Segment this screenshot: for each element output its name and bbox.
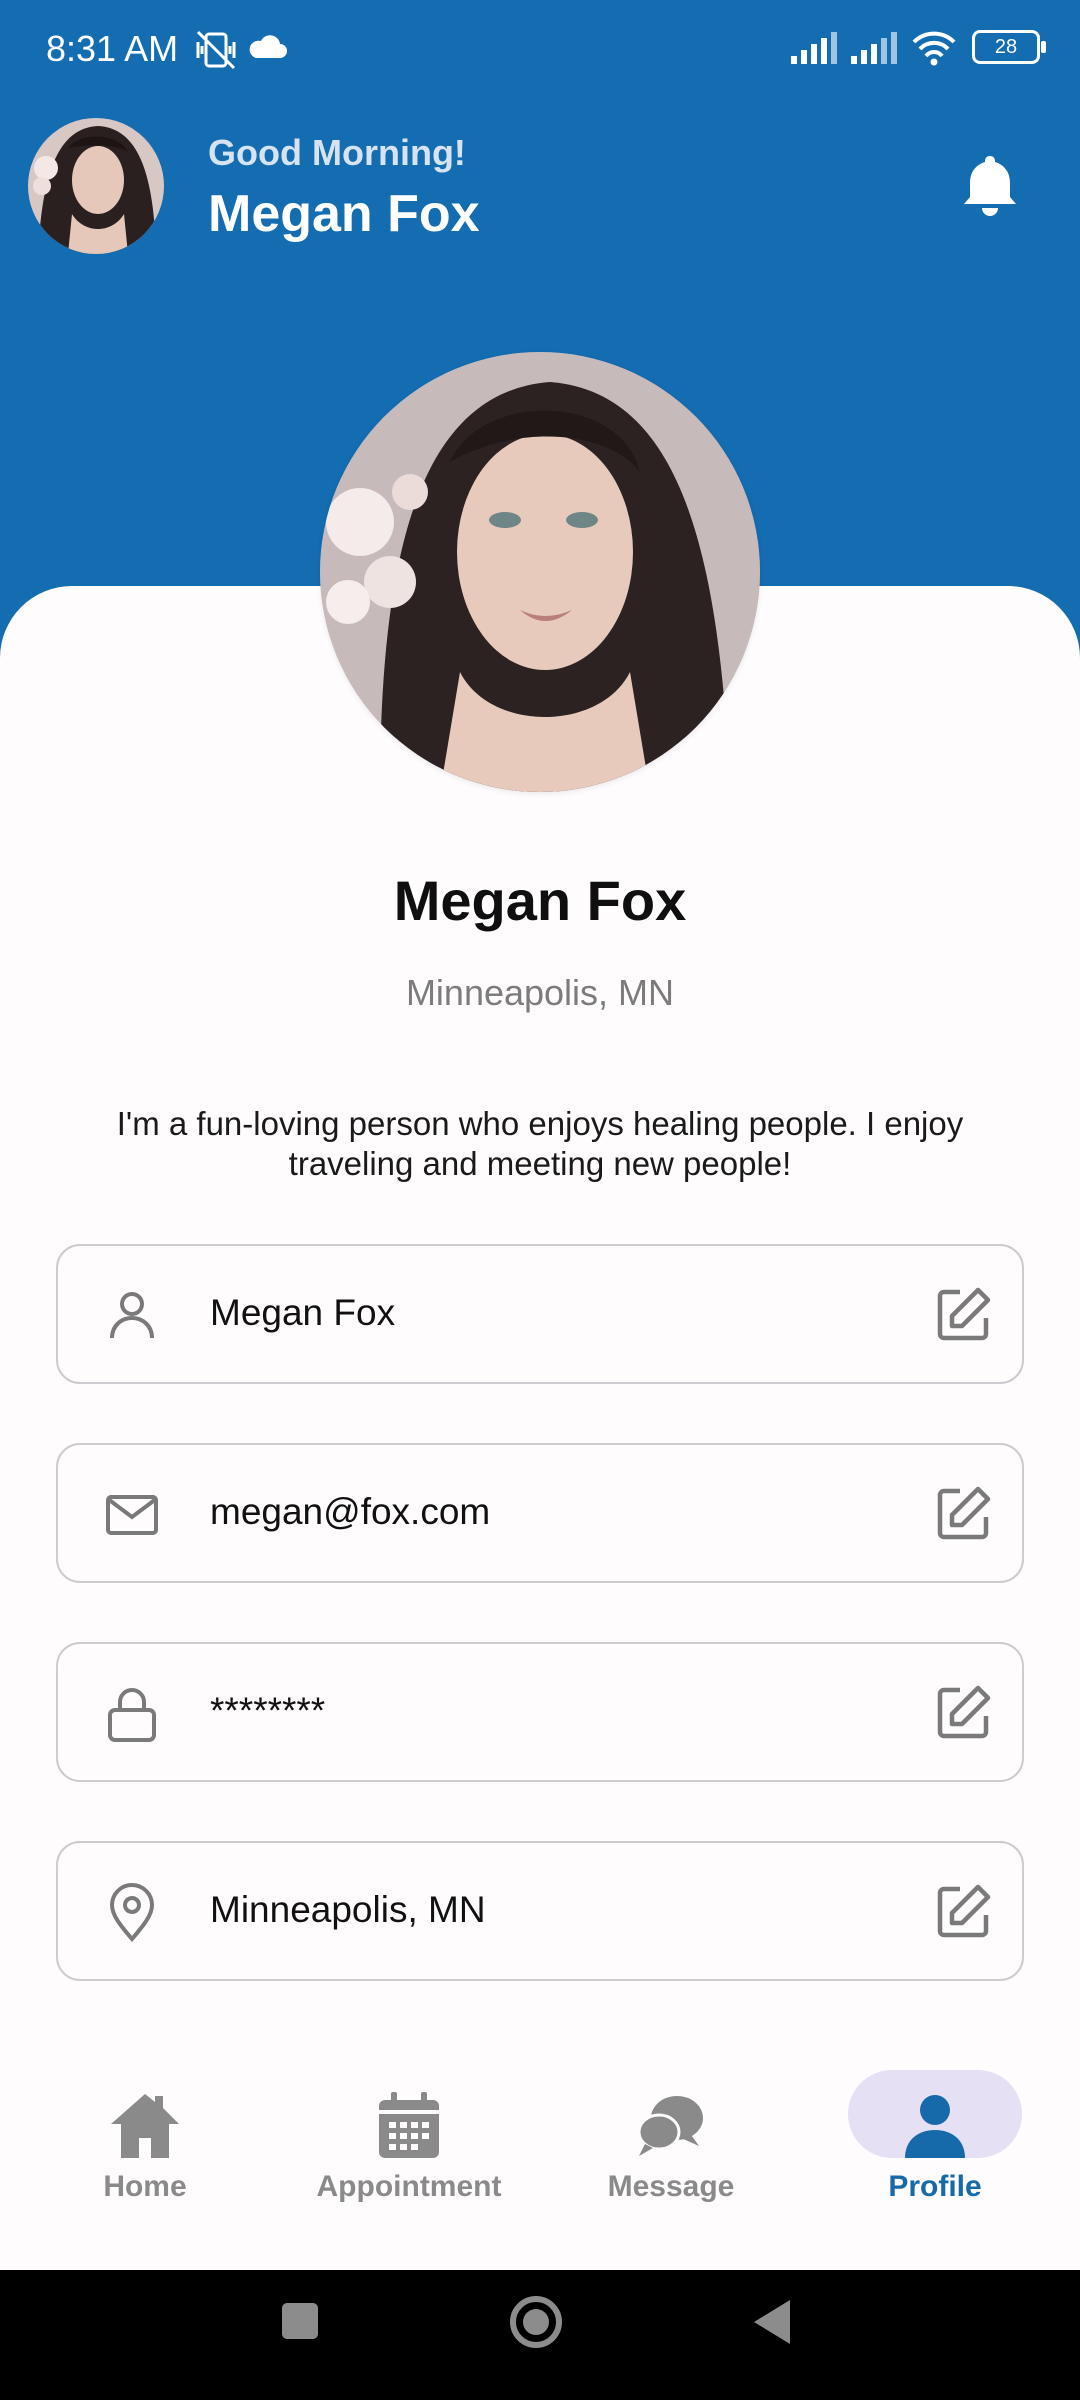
battery-icon: 28: [972, 30, 1046, 64]
name-field[interactable]: Megan Fox: [56, 1244, 1024, 1384]
person-icon: [905, 2095, 965, 2158]
avatar[interactable]: [28, 118, 164, 254]
header-user-name: Megan Fox: [208, 185, 480, 243]
nav-label: Appointment: [316, 2170, 502, 2203]
status-bar: 8:31 AM 28: [0, 0, 1080, 100]
nav-label: Message: [607, 2170, 735, 2203]
mail-icon: [106, 1495, 158, 1535]
status-icons-right: 28: [789, 30, 1046, 71]
edit-icon[interactable]: [932, 1881, 994, 1943]
edit-icon[interactable]: [932, 1284, 994, 1346]
cloud-icon: [250, 35, 288, 58]
vibrate-off-icon: [196, 30, 236, 70]
status-time: 8:31 AM: [46, 28, 179, 69]
profile-location: Minneapolis, MN: [405, 972, 675, 1013]
nav-appointment[interactable]: Appointment: [274, 2036, 544, 2270]
nav-label: Home: [103, 2170, 187, 2203]
email-field[interactable]: megan@fox.com: [56, 1443, 1024, 1583]
nav-label: Profile: [888, 2170, 982, 2203]
password-field[interactable]: ********: [56, 1642, 1024, 1782]
system-nav-bar: [0, 2270, 1080, 2400]
lock-icon: [108, 1688, 156, 1742]
back-button[interactable]: [752, 2298, 792, 2346]
nav-message[interactable]: Message: [536, 2036, 806, 2270]
greeting-text: Good Morning!: [208, 132, 466, 173]
signal-icon: [851, 32, 898, 64]
nav-home[interactable]: Home: [10, 2036, 280, 2270]
profile-name: Megan Fox: [393, 869, 687, 932]
profile-photo[interactable]: [320, 352, 760, 792]
recents-button[interactable]: [280, 2301, 320, 2341]
signal-icon: [790, 32, 837, 64]
password-value: ********: [210, 1690, 326, 1731]
name-value: Megan Fox: [210, 1292, 396, 1333]
home-button[interactable]: [508, 2294, 564, 2350]
edit-icon[interactable]: [932, 1483, 994, 1545]
email-value: megan@fox.com: [210, 1491, 491, 1532]
nav-profile[interactable]: Profile: [800, 2036, 1070, 2270]
location-value: Minneapolis, MN: [210, 1889, 486, 1930]
calendar-icon: [379, 2092, 439, 2158]
status-icons-left: [194, 28, 288, 77]
wifi-icon: [912, 31, 955, 66]
person-icon: [110, 1292, 154, 1339]
location-field[interactable]: Minneapolis, MN: [56, 1841, 1024, 1981]
edit-icon[interactable]: [932, 1682, 994, 1744]
bottom-nav: Home Appointment Message Profile: [0, 2036, 1080, 2270]
profile-bio: I'm a fun-loving person who enjoys heali…: [116, 1105, 964, 1182]
chat-icon: [637, 2096, 703, 2156]
location-pin-icon: [109, 1883, 155, 1943]
home-icon: [111, 2094, 179, 2158]
bell-icon[interactable]: [960, 152, 1020, 218]
